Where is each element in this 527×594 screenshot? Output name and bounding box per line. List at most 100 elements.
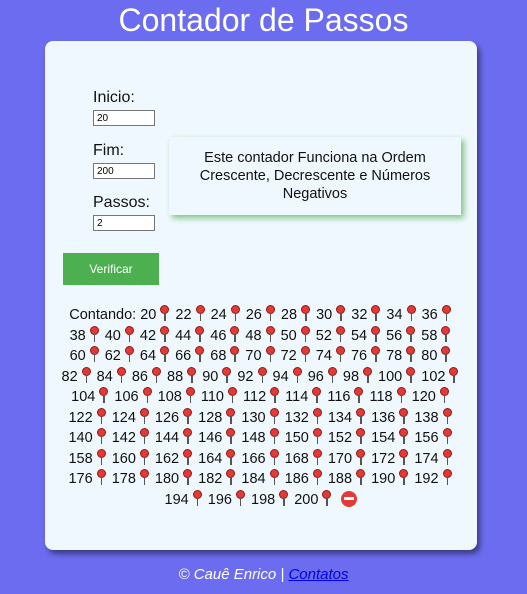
step-value: 68 [210,348,227,364]
step-number: 170 [328,448,367,467]
pushpin-icon [292,366,303,383]
pushpin-icon [398,407,409,424]
step-number: 28 [281,305,312,323]
pushpin-icon [448,366,459,383]
step-value: 64 [139,348,157,364]
step-value: 26 [245,307,262,323]
step-number: 164 [198,448,237,467]
step-input[interactable] [93,215,155,231]
pushpin-icon [151,366,162,383]
pushpin-icon [124,325,135,342]
start-input[interactable] [93,110,155,126]
pushpin-icon [142,387,153,403]
step-number: 66 [175,346,206,364]
step-value: 94 [272,368,289,385]
step-value: 32 [351,307,368,323]
verify-button[interactable]: Verificar [63,253,159,285]
pushpin-icon [186,366,197,383]
pushpin-icon [265,346,276,362]
step-value: 176 [68,471,93,487]
step-value: 144 [154,430,180,446]
step-number: 132 [284,407,324,426]
step-number: 118 [369,387,407,405]
step-value: 168 [284,450,309,467]
step-value: 132 [284,409,309,426]
pushpin-icon [312,407,323,424]
step-number: 54 [351,325,382,344]
pushpin-icon [406,305,417,321]
pushpin-icon [225,448,236,465]
step-number: 148 [241,428,280,446]
step-number: 128 [198,407,237,426]
step-value: 186 [284,471,309,487]
pushpin-icon [439,387,450,403]
step-value: 140 [68,430,93,446]
step-value: 34 [386,307,403,323]
pushpin-icon [265,305,276,321]
step-number: 42 [140,325,171,344]
step-value: 166 [241,450,266,467]
step-value: 198 [251,491,276,508]
step-number: 158 [68,448,107,467]
pushpin-icon [442,407,453,424]
pushpin-icon [327,366,338,383]
step-number: 186 [284,469,324,487]
step-value: 142 [111,430,136,446]
step-number: 64 [139,346,171,364]
step-value: 138 [414,409,439,426]
step-value: 22 [175,307,192,323]
step-number: 80 [421,346,452,364]
step-value: 136 [371,409,396,426]
step-value: 78 [386,348,403,364]
pushpin-icon [159,325,170,342]
step-number: 50 [281,325,312,344]
step-value: 158 [68,450,93,467]
step-number: 84 [97,366,128,385]
pushpin-icon [441,305,452,321]
step-value: 184 [241,471,266,487]
step-number: 30 [316,305,347,323]
step-value: 70 [245,348,262,364]
step-number: 92 [237,366,268,385]
step-value: 38 [69,327,86,344]
step-number: 192 [414,469,453,487]
pushpin-icon [159,305,170,321]
pushpin-icon [96,469,107,485]
pushpin-icon [355,428,366,444]
end-input[interactable] [93,163,155,179]
step-value: 90 [202,368,219,385]
step-number: 112 [243,387,281,405]
step-value: 194 [164,491,189,508]
step-value: 150 [284,430,309,446]
count-result: Contando: 20 22 24 26 28 30 32 34 36 38 … [61,305,461,510]
step-value: 112 [243,389,267,405]
pushpin-icon [182,448,193,465]
pushpin-icon [405,346,416,362]
pushpin-icon [440,325,451,342]
pushpin-icon [355,407,366,424]
step-number: 68 [210,346,241,364]
step-number: 88 [167,366,198,385]
step-value: 24 [210,307,227,323]
step-number: 106 [114,387,153,405]
pushpin-icon [269,448,280,465]
step-number: 82 [62,366,93,385]
step-number: 110 [201,387,239,405]
pushpin-icon [312,448,323,465]
step-value: 128 [198,409,223,426]
info-text: Este contador Funciona na Ordem Crescent… [199,150,431,202]
step-value: 124 [111,409,136,426]
step-value: 44 [175,327,192,344]
step-value: 152 [327,430,353,446]
step-value: 104 [71,389,96,405]
step-value: 76 [350,348,368,364]
contact-link[interactable]: Contatos [288,566,348,583]
pushpin-icon [182,407,193,424]
pushpin-icon [355,448,366,465]
pushpin-icon [312,428,323,444]
pushpin-icon [321,489,332,506]
step-value: 56 [386,327,403,344]
copyright-text: © Cauê Enrico | [178,566,285,583]
step-value: 48 [245,327,262,344]
step-value: 134 [327,409,353,426]
